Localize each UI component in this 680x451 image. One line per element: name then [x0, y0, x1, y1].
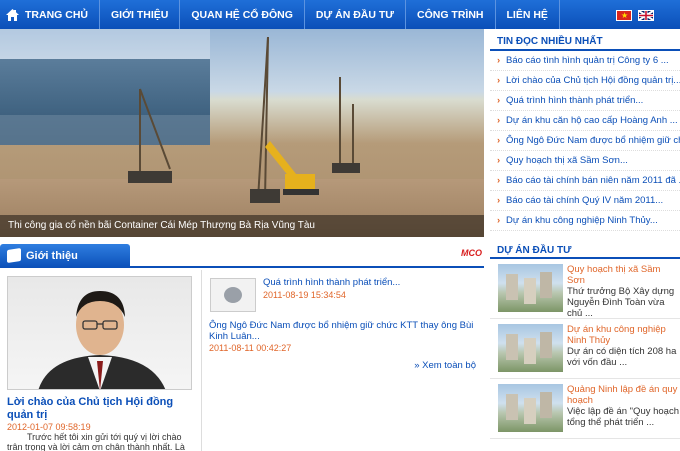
- mco-logo-text: MCO: [461, 248, 482, 258]
- news-date: 2011-08-11 00:42:27: [209, 343, 292, 353]
- greeting-title[interactable]: Lời chào của Chủ tịch Hội đồng quản trị: [7, 396, 197, 422]
- news-date: 2011-08-19 15:34:54: [263, 290, 346, 300]
- nav-item-works[interactable]: CÔNG TRÌNH: [406, 0, 496, 29]
- intro-news: Quá trình hình thành phát triển... 2011-…: [201, 270, 484, 451]
- intro-tab[interactable]: Giới thiệu: [0, 244, 130, 268]
- uk-flag-icon[interactable]: [638, 10, 654, 21]
- construction-rigs-illustration: [128, 36, 360, 203]
- most-read-list: Báo cáo tình hình quản trị Công ty 6 ...…: [490, 51, 680, 231]
- news-title[interactable]: Quá trình hình thành phát triển...: [263, 277, 400, 288]
- list-item[interactable]: Quy hoạch thị xã Sầm Sơn...: [490, 151, 680, 171]
- project-item[interactable]: Quảng Ninh lập đề án quy hoạch Việc lập …: [490, 379, 680, 439]
- project-thumbnail[interactable]: [498, 324, 563, 372]
- nav-item-home[interactable]: TRANG CHỦ: [0, 0, 100, 29]
- list-item[interactable]: Báo cáo tài chính bán niên năm 2011 đã .…: [490, 171, 680, 191]
- intro-tab-label: Giới thiệu: [26, 250, 78, 262]
- list-item[interactable]: Lời chào của Chủ tịch Hội đồng quản trị.…: [490, 71, 680, 91]
- list-item[interactable]: Dự án khu căn hộ cao cấp Hoàng Anh ...: [490, 111, 680, 131]
- hero-slideshow[interactable]: Thi công gia cố nền bãi Container Cái Mé…: [0, 29, 484, 237]
- project-title[interactable]: Quảng Ninh lập đề án quy hoạch: [567, 384, 680, 406]
- project-title[interactable]: Dự án khu công nghiệp Ninh Thủy: [567, 324, 680, 346]
- main-nav: TRANG CHỦ GIỚI THIỆU QUAN HỆ CỔ ĐÔNG DỰ …: [0, 0, 680, 29]
- news-title[interactable]: Ông Ngô Đức Nam được bổ nhiệm giữ chức K…: [209, 320, 481, 342]
- project-desc: Việc lập đề án "Quy hoạch tổng thể phát …: [567, 406, 679, 428]
- nav-item-projects[interactable]: DỰ ÁN ĐẦU TƯ: [305, 0, 406, 29]
- intro-section-header: Giới thiệu MCO: [0, 244, 484, 268]
- hero-caption: Thi công gia cố nền bãi Container Cái Mé…: [0, 215, 484, 237]
- project-title[interactable]: Quy hoạch thị xã Sầm Sơn: [567, 264, 680, 286]
- chairman-greeting: Lời chào của Chủ tịch Hội đồng quản trị …: [0, 270, 200, 451]
- greeting-date: 2012-01-07 09:58:19: [7, 422, 91, 432]
- project-item[interactable]: Quy hoạch thị xã Sầm Sơn Thứ trưởng Bộ X…: [490, 259, 680, 319]
- list-item[interactable]: Quá trình hình thành phát triển...: [490, 91, 680, 111]
- nav-item-about[interactable]: GIỚI THIỆU: [100, 0, 181, 29]
- news-thumbnail[interactable]: [210, 278, 256, 312]
- nav-item-shareholders[interactable]: QUAN HỆ CỔ ĐÔNG: [180, 0, 305, 29]
- project-item[interactable]: Dự án khu công nghiệp Ninh Thủy Dự án có…: [490, 319, 680, 379]
- chairman-photo: [38, 291, 166, 389]
- most-read-panel: TIN ĐỌC NHIỀU NHẤT Báo cáo tình hình quả…: [490, 29, 680, 231]
- greeting-text: Trước hết tôi xin gửi tới quý vị lời chà…: [7, 432, 185, 451]
- project-thumbnail[interactable]: [498, 384, 563, 432]
- chairman-portrait[interactable]: [7, 276, 192, 390]
- list-item[interactable]: Ông Ngô Đức Nam được bổ nhiệm giữ chức .…: [490, 131, 680, 151]
- project-desc: Thứ trưởng Bộ Xây dựng Nguyễn Đình Toàn …: [567, 286, 675, 319]
- book-icon: [7, 248, 21, 263]
- mco-logo: MCO: [461, 248, 482, 258]
- project-desc: Dự án có diện tích 208 ha với vốn đầu ..…: [567, 346, 677, 368]
- see-all-link[interactable]: Xem toàn bộ: [414, 360, 476, 371]
- list-item[interactable]: Báo cáo tình hình quản trị Công ty 6 ...: [490, 51, 680, 71]
- projects-panel: DỰ ÁN ĐẦU TƯ Quy hoạch thị xã Sầm Sơn Th…: [490, 243, 680, 439]
- nav-home-label: TRANG CHỦ: [25, 8, 88, 21]
- projects-title: DỰ ÁN ĐẦU TƯ: [490, 243, 680, 259]
- list-item[interactable]: Dự án khu công nghiệp Ninh Thủy...: [490, 211, 680, 231]
- list-item[interactable]: Báo cáo tài chính Quý IV năm 2011...: [490, 191, 680, 211]
- home-icon: [6, 8, 19, 21]
- language-switcher: [616, 10, 654, 21]
- vietnam-flag-icon[interactable]: [616, 10, 632, 21]
- project-thumbnail[interactable]: [498, 264, 563, 312]
- nav-item-contact[interactable]: LIÊN HỆ: [496, 0, 560, 29]
- most-read-title: TIN ĐỌC NHIỀU NHẤT: [490, 29, 680, 51]
